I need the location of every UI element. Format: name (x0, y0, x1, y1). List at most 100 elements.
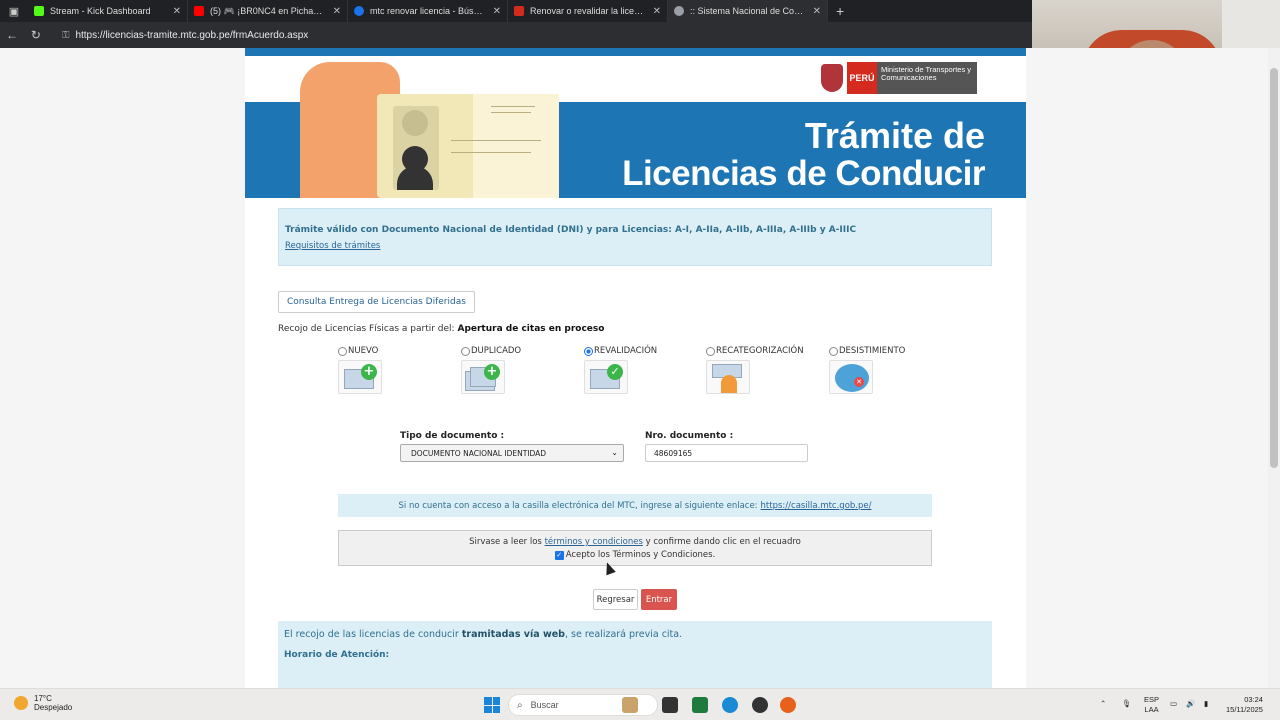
card-line (491, 112, 531, 113)
option-revalidacion[interactable]: REVALIDACIÓN ✓ (584, 346, 714, 394)
doc-number-value: 48609165 (654, 448, 693, 458)
option-recategorizacion[interactable]: RECATEGORIZACIÓN (706, 346, 836, 394)
obs-icon[interactable] (752, 697, 768, 713)
volume-icon[interactable]: 🔊 (1186, 699, 1195, 709)
page-scrollbar[interactable] (1268, 48, 1280, 688)
kick-icon (34, 6, 44, 16)
option-label: RECATEGORIZACIÓN (716, 346, 804, 356)
url-text: https://licencias-tramite.mtc.gob.pe/frm… (75, 29, 309, 41)
requirements-link[interactable]: Requisitos de trámites (285, 241, 380, 251)
schedule-box: El recojo de las licencias de conducir t… (278, 621, 992, 688)
browser-tab[interactable]: mtc renovar licencia - Búsqueda ✕ (348, 0, 508, 22)
doc-number-input[interactable]: 48609165 (645, 444, 808, 462)
weather-widget[interactable]: 17°C Despejado (14, 694, 72, 712)
clock[interactable]: 03:24 15/11/2025 (1226, 695, 1263, 715)
browser-tab[interactable]: Stream - Kick Dashboard ✕ (28, 0, 188, 22)
logo-peru: PERÚ (847, 62, 877, 94)
back-button[interactable]: Regresar (593, 589, 638, 610)
tab-title: (5) 🎮 ¡BR0NC4 en Pichanga! 🎮 (210, 5, 327, 16)
xbox-icon[interactable] (692, 697, 708, 713)
accept-terms-checkbox[interactable]: ✓ (554, 550, 564, 560)
casilla-link[interactable]: https://casilla.mtc.gob.pe/ (761, 501, 872, 511)
browser-app-icon[interactable] (780, 697, 796, 713)
option-label: DESISTIMIENTO (839, 346, 906, 356)
radio-duplicado[interactable] (461, 346, 470, 356)
schedule-text-bold: tramitadas vía web (461, 629, 565, 640)
search-placeholder: Buscar (530, 700, 559, 710)
tab-actions-icon[interactable]: ▣ (0, 0, 28, 22)
recojo-label: Recojo de Licencias Físicas a partir del… (278, 324, 455, 334)
page-viewport: Trámite de Licencias de Conducir PERÚ Mi… (0, 48, 1268, 688)
tray-chevron-icon[interactable]: ⌃ (1100, 699, 1106, 709)
schedule-text-after: , se realizará previa cita. (564, 629, 683, 640)
revalidation-icon[interactable]: ✓ (584, 360, 628, 394)
back-arrow-icon[interactable]: ← (0, 28, 24, 42)
recategorization-icon[interactable] (706, 360, 750, 394)
card-line (451, 140, 541, 141)
time: 03:24 (1244, 695, 1263, 704)
terms-text-after: y confirme dando clic en el recuadro (645, 537, 801, 547)
browser-tab[interactable]: Renovar o revalidar la licencia de ✕ (508, 0, 668, 22)
windows-start-icon[interactable] (484, 697, 500, 713)
info-box: Trámite válido con Documento Nacional de… (278, 208, 992, 266)
radio-revalidacion[interactable] (584, 346, 593, 356)
close-icon[interactable]: ✕ (173, 6, 181, 17)
withdrawal-icon[interactable]: ✕ (829, 360, 873, 394)
radio-recategorizacion[interactable] (706, 346, 715, 356)
browser-tab-active[interactable]: :: Sistema Nacional de Conductor ✕ (668, 0, 828, 22)
doc-type-value: DOCUMENTO NACIONAL IDENTIDAD (411, 448, 547, 458)
close-icon[interactable]: ✕ (813, 6, 821, 17)
doc-number-label: Nro. documento : (645, 431, 734, 441)
close-icon[interactable]: ✕ (653, 6, 661, 17)
new-tab-icon[interactable]: + (828, 3, 852, 19)
terms-box: Sirvase a leer los términos y condicione… (338, 530, 932, 566)
consulta-diferidas-button[interactable]: Consulta Entrega de Licencias Diferidas (278, 291, 475, 313)
close-icon[interactable]: ✕ (333, 6, 341, 17)
enter-button[interactable]: Entrar (641, 589, 677, 610)
battery-icon[interactable]: ▮ (1204, 699, 1208, 709)
tab-title: :: Sistema Nacional de Conductor (690, 6, 807, 16)
recojo-value: Apertura de citas en proceso (457, 324, 605, 334)
temperature: 17°C (34, 694, 52, 703)
radio-desistimiento[interactable] (829, 346, 838, 356)
address-bar: ← ↻ ⚿ https://licencias-tramite.mtc.gob.… (0, 22, 1032, 48)
terms-text-before: Sirvase a leer los (469, 537, 542, 547)
option-duplicado[interactable]: DUPLICADO + (461, 346, 591, 394)
weather-sun-icon (14, 696, 28, 710)
close-icon[interactable]: ✕ (493, 6, 501, 17)
browser-tab[interactable]: (5) 🎮 ¡BR0NC4 en Pichanga! 🎮 ✕ (188, 0, 348, 22)
search-icon: ⌕ (517, 699, 523, 711)
option-nuevo[interactable]: NUEVO + (338, 346, 468, 394)
weather-condition: Despejado (34, 703, 73, 712)
info-text: Trámite válido con Documento Nacional de… (285, 225, 857, 235)
search-highlight-icon (622, 697, 638, 713)
coat-of-arms-icon (821, 64, 843, 92)
license-card-back (473, 94, 559, 198)
windows-taskbar: 17°C Despejado ⌕ Buscar ⌃ 🎙 ESP LAA ▭ 🔊 … (0, 688, 1280, 720)
duplicate-license-icon[interactable]: + (461, 360, 505, 394)
network-icon[interactable]: ▭ (1170, 699, 1177, 709)
language-indicator[interactable]: ESP LAA (1144, 695, 1159, 715)
globe-icon (674, 6, 684, 16)
task-view-icon[interactable] (662, 697, 678, 713)
schedule-text-before: El recojo de las licencias de conducir (284, 629, 459, 640)
language-code: ESP (1144, 695, 1160, 704)
edge-icon[interactable] (722, 697, 738, 713)
url-input[interactable]: ⚿ https://licencias-tramite.mtc.gob.pe/f… (55, 25, 1032, 45)
option-desistimiento[interactable]: DESISTIMIENTO ✕ (829, 346, 959, 394)
terms-link[interactable]: términos y condiciones (545, 537, 643, 547)
scrollbar-thumb[interactable] (1270, 68, 1278, 468)
doc-type-label: Tipo de documento : (400, 431, 505, 441)
banner-title-line1: Trámite de (804, 115, 985, 156)
reload-icon[interactable]: ↻ (24, 28, 48, 42)
radio-nuevo[interactable] (338, 346, 347, 356)
microphone-icon[interactable]: 🎙 (1122, 699, 1132, 709)
browser-tab-bar: ▣ Stream - Kick Dashboard ✕ (5) 🎮 ¡BR0NC… (0, 0, 1032, 22)
chevron-down-icon: ⌄ (611, 448, 618, 457)
casilla-text: Si no cuenta con acceso a la casilla ele… (398, 500, 758, 511)
site-info-icon[interactable]: ⚿ (62, 30, 70, 41)
tab-title: mtc renovar licencia - Búsqueda (370, 6, 487, 16)
new-license-icon[interactable]: + (338, 360, 382, 394)
doc-type-select[interactable]: DOCUMENTO NACIONAL IDENTIDAD ⌄ (400, 444, 624, 462)
keyboard-layout: LAA (1144, 705, 1159, 714)
